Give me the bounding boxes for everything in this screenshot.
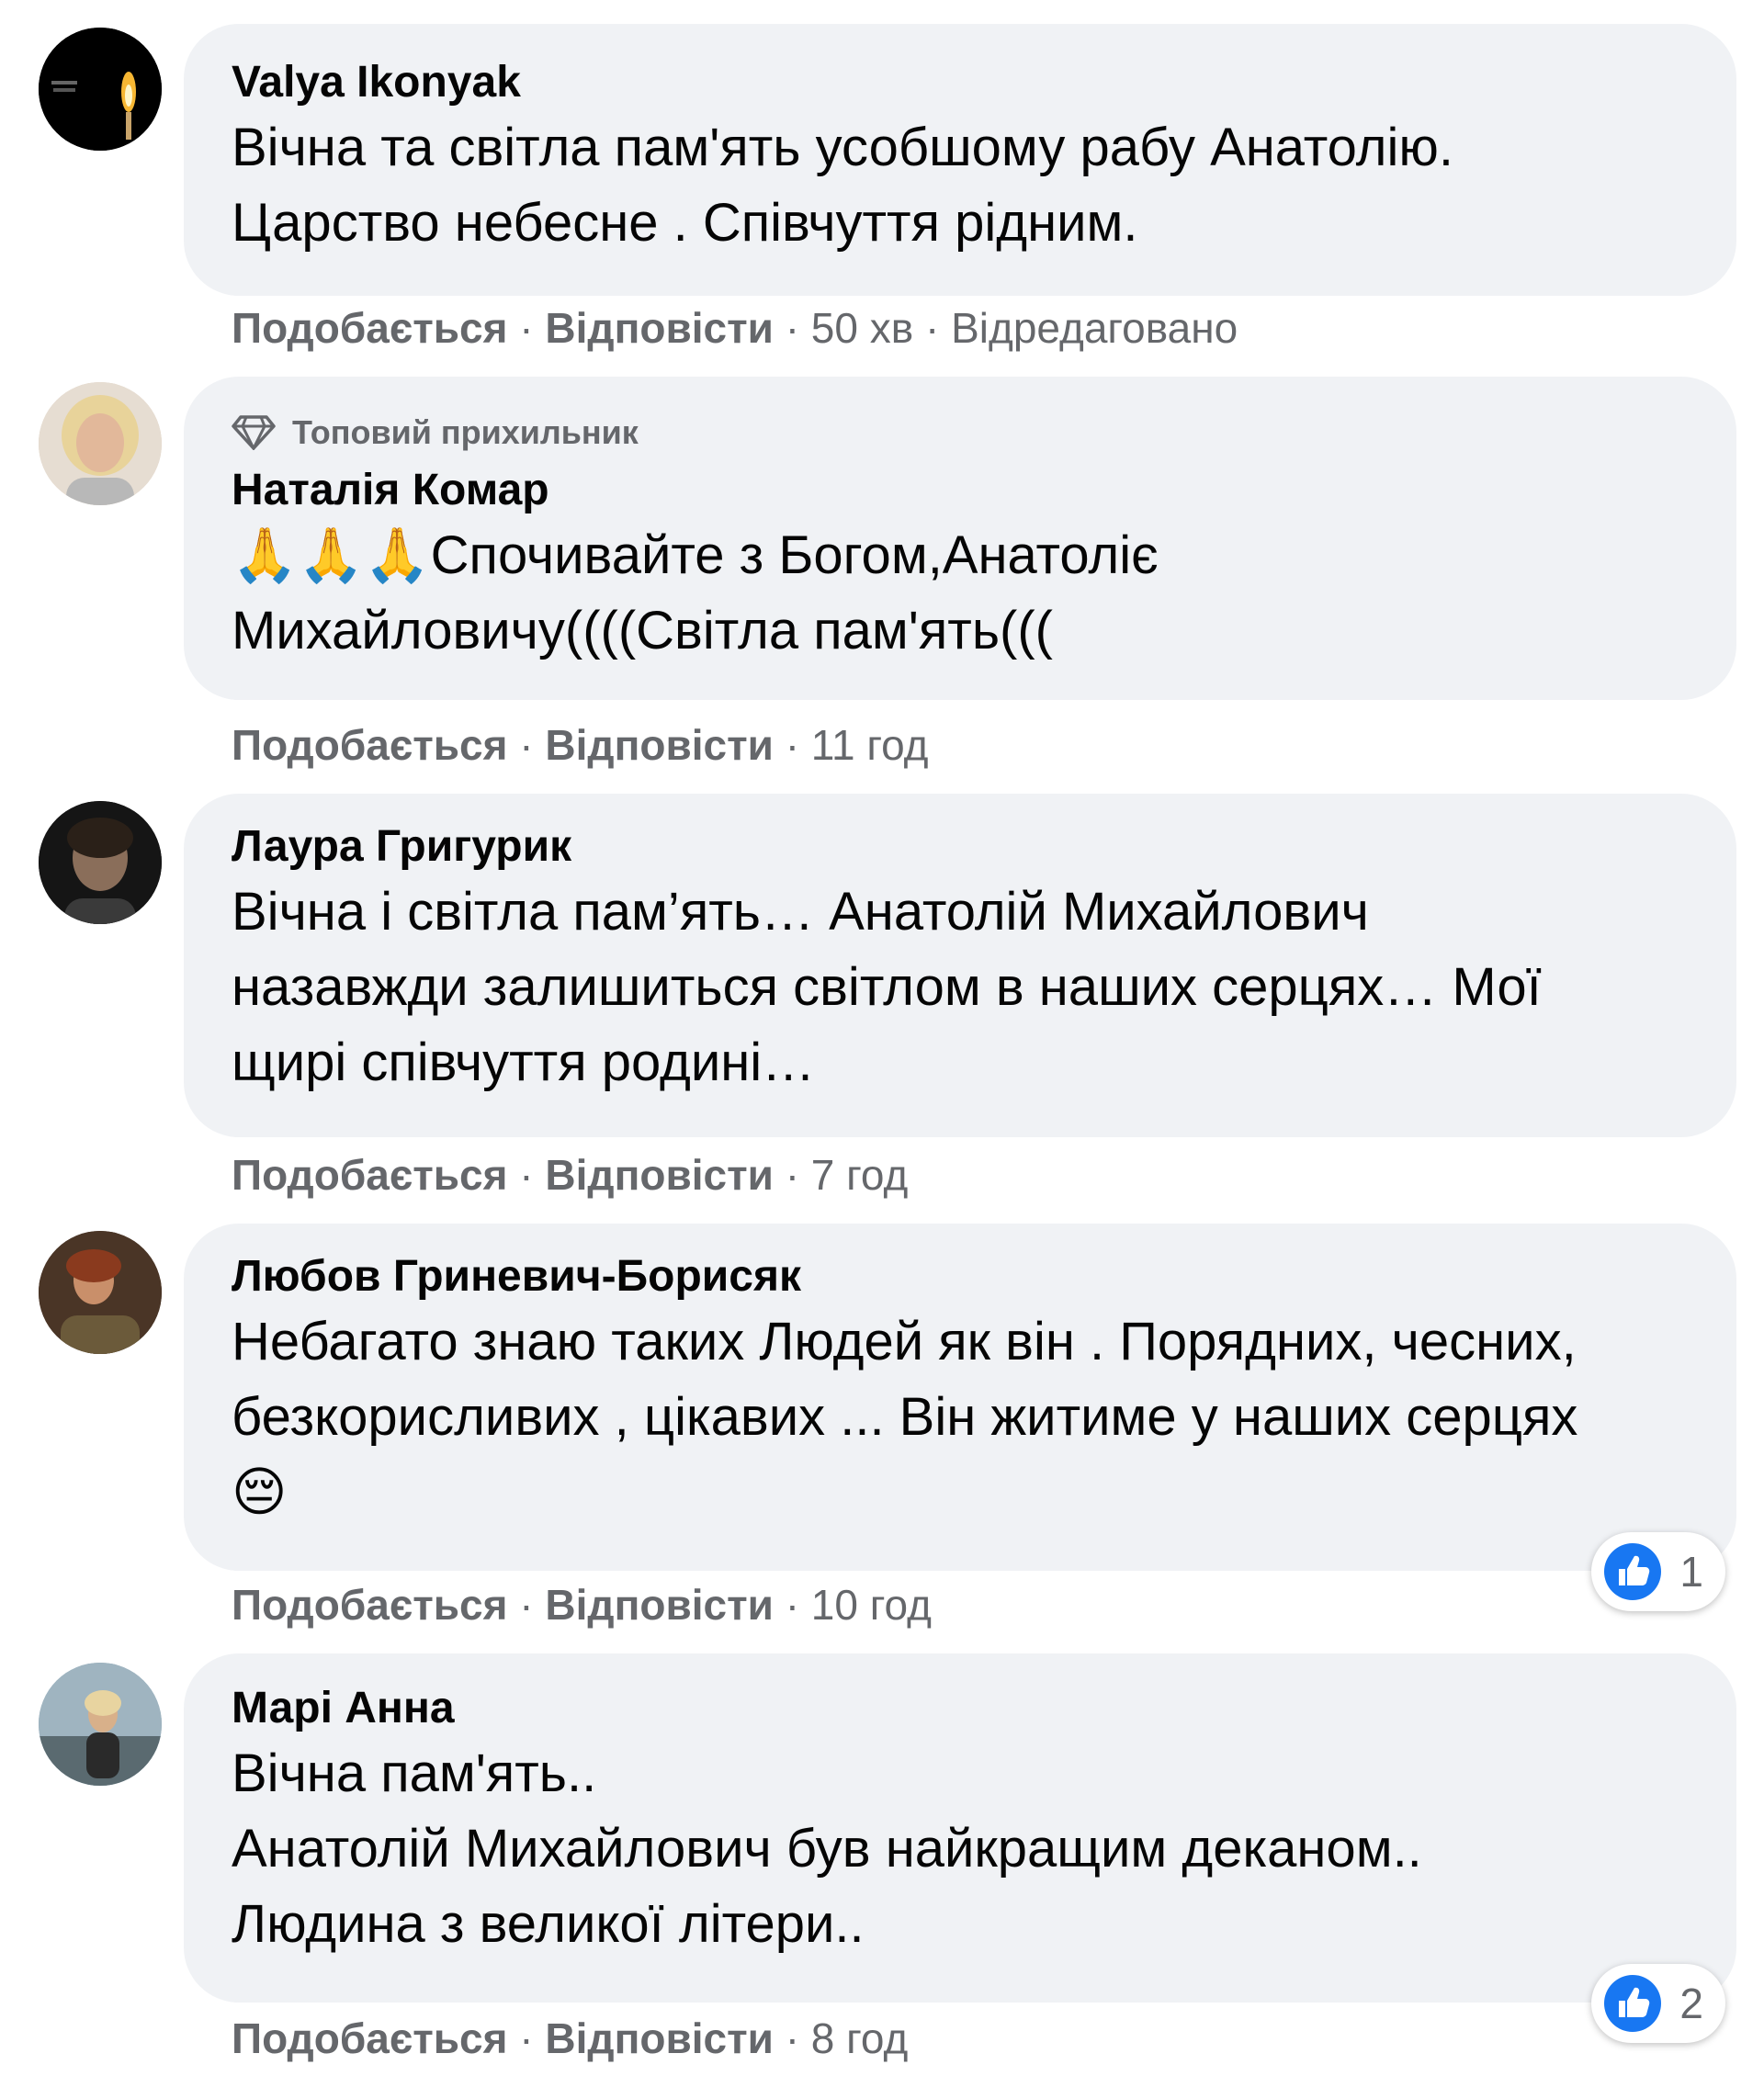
author-name[interactable]: Valya Ikonyak: [232, 55, 1689, 110]
separator: ·: [519, 1151, 546, 1199]
avatar[interactable]: [39, 1663, 162, 1786]
comment-bubble: Valya Ikonyak Вічна та світла пам'ять ус…: [184, 24, 1736, 296]
timestamp[interactable]: 7 год: [811, 1151, 909, 1199]
comment-text: Вічна і світла пам’ять… Анатолій Михайло…: [232, 882, 1542, 1092]
diamond-icon: [232, 415, 276, 450]
reply-link[interactable]: Відповісти: [545, 1581, 774, 1629]
avatar[interactable]: [39, 28, 162, 151]
reaction-count-value: 1: [1679, 1548, 1703, 1596]
badge-label: Топовий прихильник: [292, 413, 639, 451]
reaction-count[interactable]: 1: [1591, 1532, 1725, 1611]
comment-bubble: Марі Анна Вічна пам'ять.. Анатолій Михай…: [184, 1653, 1736, 2003]
separator: ·: [519, 2014, 546, 2062]
timestamp[interactable]: 11 год: [811, 721, 929, 769]
avatar[interactable]: [39, 1231, 162, 1354]
reply-link[interactable]: Відповісти: [545, 2014, 774, 2062]
separator: ·: [785, 1581, 811, 1629]
person-avatar-icon: [39, 1663, 162, 1786]
separator: ·: [519, 304, 546, 352]
author-name[interactable]: Марі Анна: [232, 1681, 1689, 1736]
like-link[interactable]: Подобається: [232, 721, 507, 769]
author-name[interactable]: Лаура Григурик: [232, 819, 1689, 874]
comment-text: Вічна та світла пам'ять усобшому рабу Ан…: [232, 118, 1454, 253]
comment-actions: Подобається · Відповісти · 11 год: [232, 720, 929, 770]
top-fan-badge: Топовий прихильник: [232, 410, 1689, 456]
separator: ·: [519, 1581, 546, 1629]
separator: ·: [785, 304, 811, 352]
comment-text: Небагато знаю таких Людей як він . Поряд…: [232, 1304, 1689, 1530]
timestamp[interactable]: 10 год: [811, 1581, 932, 1629]
like-link[interactable]: Подобається: [232, 1151, 507, 1199]
separator: ·: [785, 1151, 811, 1199]
comment-text: 🙏🙏🙏Спочивайте з Богом,Анатоліє Михайлови…: [232, 518, 1689, 669]
thumbs-up-icon: [1604, 1975, 1662, 2032]
thumbs-up-icon: [1604, 1543, 1662, 1600]
person-avatar-icon: [39, 801, 162, 924]
avatar[interactable]: [39, 801, 162, 924]
comment-text: Вічна пам'ять.. Анатолій Михайлович був …: [232, 1743, 1422, 1954]
timestamp[interactable]: 50 хв: [811, 304, 913, 352]
separator: ·: [519, 721, 546, 769]
avatar[interactable]: [39, 382, 162, 505]
comment-actions: Подобається · Відповісти · 10 год: [232, 1580, 932, 1630]
separator: ·: [785, 721, 811, 769]
separator: ·: [785, 2014, 811, 2062]
comment-bubble: Лаура Григурик Вічна і світла пам’ять… А…: [184, 794, 1736, 1137]
comment-actions: Подобається · Відповісти · 50 хв · Відре…: [232, 303, 1238, 353]
comment-actions: Подобається · Відповісти · 7 год: [232, 1150, 908, 1200]
person-avatar-icon: [39, 382, 162, 505]
reaction-count-value: 2: [1679, 1980, 1703, 2027]
like-link[interactable]: Подобається: [232, 1581, 507, 1629]
author-name[interactable]: Любов Гриневич-Борисяк: [232, 1249, 1689, 1304]
praying-hands-emoji: 🙏🙏🙏: [232, 525, 431, 585]
reply-link[interactable]: Відповісти: [545, 1151, 774, 1199]
timestamp[interactable]: 8 год: [811, 2014, 909, 2062]
comment-actions: Подобається · Відповісти · 8 год: [232, 2014, 908, 2063]
comment-bubble: Любов Гриневич-Борисяк Небагато знаю так…: [184, 1224, 1736, 1571]
reaction-count[interactable]: 2: [1591, 1964, 1725, 2043]
edited-label[interactable]: Відредаговано: [951, 304, 1238, 352]
candle-avatar-icon: [39, 28, 162, 151]
reply-link[interactable]: Відповісти: [545, 304, 774, 352]
like-link[interactable]: Подобається: [232, 304, 507, 352]
like-link[interactable]: Подобається: [232, 2014, 507, 2062]
pensive-face-emoji: 😔: [232, 1462, 288, 1522]
comment-bubble: Топовий прихильник Наталія Комар 🙏🙏🙏Споч…: [184, 377, 1736, 700]
author-name[interactable]: Наталія Комар: [232, 463, 1689, 518]
comment-text-body: Небагато знаю таких Людей як він . Поряд…: [232, 1312, 1578, 1447]
reply-link[interactable]: Відповісти: [545, 721, 774, 769]
separator: ·: [924, 304, 952, 352]
person-avatar-icon: [39, 1231, 162, 1354]
